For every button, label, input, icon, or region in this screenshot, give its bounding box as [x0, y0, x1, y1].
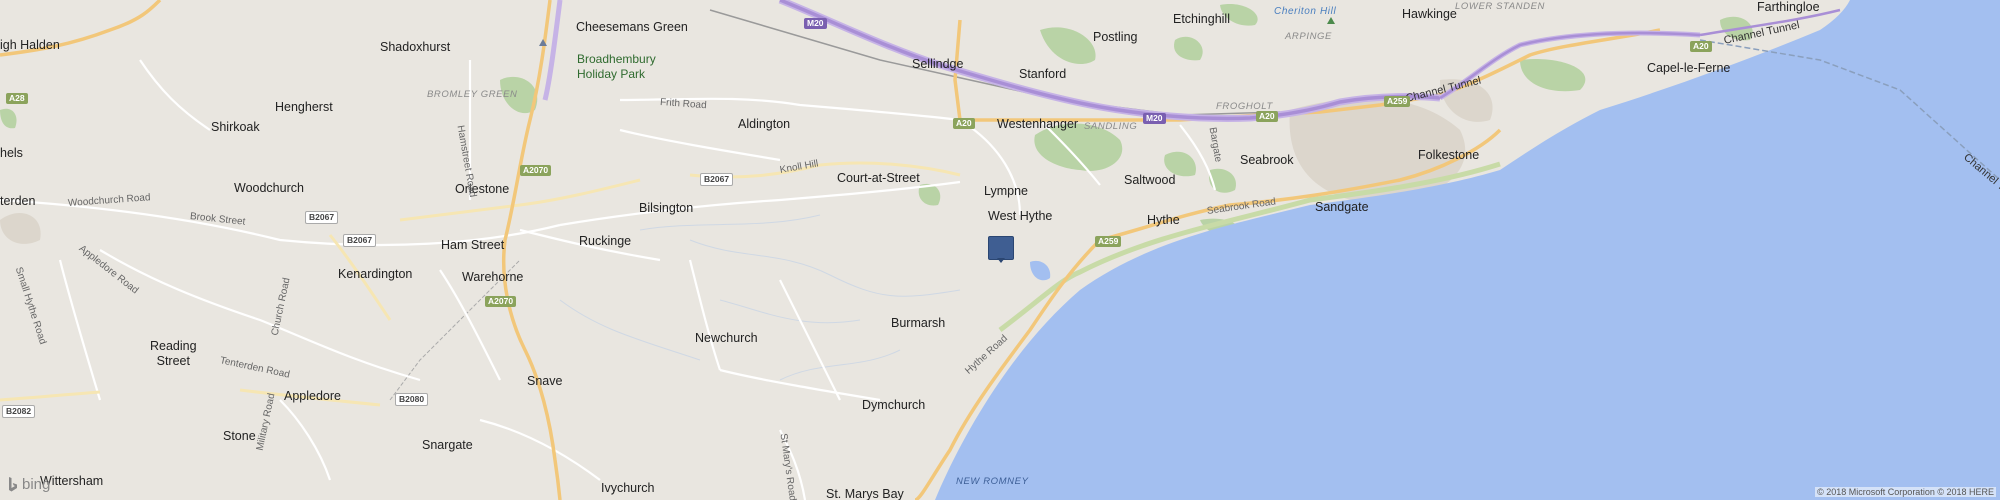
place-aldington: Aldington: [738, 117, 791, 131]
place-snave: Snave: [527, 374, 563, 388]
place-shadoxhurst: Shadoxhurst: [380, 40, 451, 54]
shield-a20-a: A20: [953, 118, 975, 129]
place-stone: Stone: [223, 429, 256, 443]
place-warehorne: Warehorne: [462, 270, 524, 284]
place-st-marys-bay: St. Marys Bay: [826, 487, 904, 500]
place-court-at-street: Court-at-Street: [837, 171, 920, 185]
place-tenterden: terden: [0, 194, 36, 208]
place-bilsington: Bilsington: [639, 201, 694, 215]
shield-b2067-c: B2067: [343, 234, 377, 247]
bing-logo: bing: [8, 476, 50, 493]
place-shirkoak: Shirkoak: [211, 120, 260, 134]
district-arpinge: ARPINGE: [1285, 31, 1332, 42]
place-saltwood: Saltwood: [1124, 173, 1176, 187]
place-appledore: Appledore: [284, 389, 341, 403]
peak-icon: [1327, 17, 1335, 24]
shield-m20-top: M20: [804, 18, 827, 29]
shield-b2082: B2082: [2, 405, 36, 418]
campsite-icon: [539, 39, 547, 46]
bing-wordmark: bing: [22, 476, 51, 493]
shield-a2070-b: A2070: [485, 296, 517, 307]
place-stanford: Stanford: [1019, 67, 1067, 81]
place-orlestone: Orlestone: [455, 182, 510, 196]
place-burmarsh: Burmarsh: [891, 316, 946, 330]
place-postling: Postling: [1093, 30, 1138, 44]
place-hythe: Hythe: [1147, 213, 1180, 227]
district-bromley-green: BROMLEY GREEN: [427, 89, 518, 100]
place-folkestone: Folkestone: [1418, 148, 1480, 162]
shield-b2080: B2080: [395, 393, 429, 406]
shield-b2067-b: B2067: [305, 211, 339, 224]
map-canvas[interactable]: Farthingloe igh Halden Shadoxhurst Chees…: [0, 0, 2000, 500]
place-hawkinge: Hawkinge: [1402, 7, 1457, 21]
bing-b-icon: [8, 476, 18, 493]
shield-a259-a: A259: [1384, 96, 1411, 107]
place-etchinghill: Etchinghill: [1173, 12, 1230, 26]
place-sellindge: Sellindge: [912, 57, 964, 71]
place-broadhembury: Broadhembury Holiday Park: [577, 52, 656, 81]
place-dymchurch: Dymchurch: [862, 398, 926, 412]
shield-m20-mid: M20: [1143, 113, 1166, 124]
place-ham-street: Ham Street: [441, 238, 505, 252]
district-new-romney: NEW ROMNEY: [956, 476, 1029, 487]
place-westenhanger: Westenhanger: [997, 117, 1079, 131]
district-sandling: SANDLING: [1084, 121, 1138, 132]
district-cheriton-hill: Cheriton Hill: [1274, 6, 1337, 17]
place-ivychurch: Ivychurch: [601, 481, 655, 495]
place-lympne: Lympne: [984, 184, 1029, 198]
place-bethersden: hels: [0, 146, 23, 160]
place-newchurch: Newchurch: [695, 331, 758, 345]
place-snargate: Snargate: [422, 438, 473, 452]
place-seabrook: Seabrook: [1240, 153, 1294, 167]
location-pin[interactable]: [988, 236, 1014, 263]
district-lower-standen: LOWER STANDEN: [1455, 1, 1545, 12]
shield-a20-c: A20: [1690, 41, 1712, 52]
shield-a28: A28: [6, 93, 28, 104]
shield-b2067-a: B2067: [700, 173, 734, 186]
shield-a259-b: A259: [1095, 236, 1122, 247]
place-farthingloe: Farthingloe: [1757, 0, 1820, 14]
place-kenardington: Kenardington: [338, 267, 413, 281]
place-cheesemans-green: Cheesemans Green: [576, 20, 688, 34]
place-reading-street: Reading Street: [150, 339, 197, 368]
place-sandgate: Sandgate: [1315, 200, 1369, 214]
place-ruckinge: Ruckinge: [579, 234, 632, 248]
place-high-halden: igh Halden: [0, 38, 60, 52]
place-west-hythe: West Hythe: [988, 209, 1053, 223]
place-capel-le-ferne: Capel-le-Ferne: [1647, 61, 1731, 75]
place-hengherst: Hengherst: [275, 100, 333, 114]
copyright-notice: © 2018 Microsoft Corporation © 2018 HERE: [1815, 487, 1996, 497]
shield-a20-b: A20: [1256, 111, 1278, 122]
shield-a2070-a: A2070: [520, 165, 552, 176]
place-woodchurch: Woodchurch: [234, 181, 304, 195]
